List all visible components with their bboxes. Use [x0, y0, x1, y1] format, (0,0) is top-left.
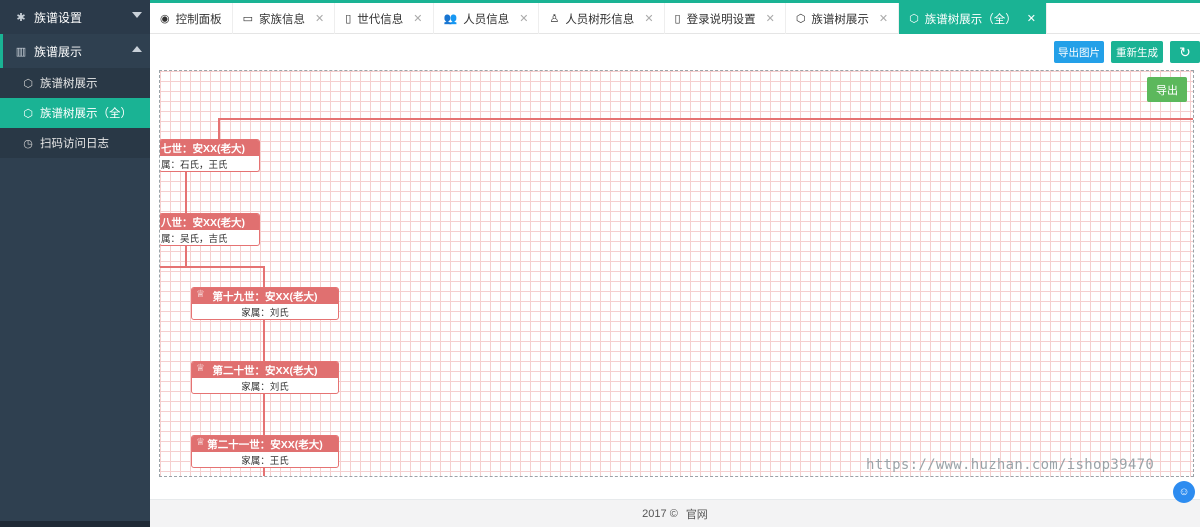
close-icon[interactable]: ✕: [413, 12, 422, 25]
node-spouse: 属：吴氏，吉氏: [161, 233, 228, 245]
tree-node[interactable]: ♕ 第十九世：安XX(老大) 家属：刘氏: [191, 287, 339, 320]
tree-canvas[interactable]: 导出 七世：安XX(老大) 属：石氏，王氏 八世：安XX(老大) 属：吴氏，吉氏…: [159, 70, 1194, 477]
file-icon: ▯: [345, 13, 352, 25]
connector-line: [263, 266, 265, 288]
tab-member-info[interactable]: 👥 人员信息 ✕: [434, 3, 540, 34]
close-icon[interactable]: ✕: [1027, 12, 1036, 25]
connector-line: [218, 118, 220, 139]
node-spouse: 家属：刘氏: [241, 307, 289, 319]
tab-label: 人员树形信息: [565, 13, 635, 26]
connector-line: [263, 320, 265, 362]
person-icon: ♕: [196, 289, 205, 300]
export-image-button[interactable]: 导出图片: [1054, 41, 1104, 63]
sidebar-item-label: 扫码访问日志: [40, 138, 109, 150]
tab-bar: ◉ 控制面板 ▭ 家族信息 ✕ ▯ 世代信息 ✕ 👥 人员信息 ✕ ♙ 人员树形…: [150, 0, 1200, 34]
connector-line: [185, 172, 187, 214]
sidebar: ✱ 族谱设置 ▥ 族谱展示 ⬡ 族谱树展示 ⬡ 族谱树展示（全） ◷ 扫码访问日…: [0, 0, 150, 527]
dashboard-icon: ◉: [160, 13, 170, 25]
cube-icon: ⬡: [23, 107, 33, 120]
node-spouse: 家属：刘氏: [241, 381, 289, 393]
person-icon: ♕: [196, 437, 205, 448]
connector-line: [185, 246, 187, 268]
refresh-icon: ↻: [1179, 43, 1191, 60]
tree-node[interactable]: 八世：安XX(老大) 属：吴氏，吉氏: [160, 213, 260, 246]
sidebar-item-label: 族谱树展示（全）: [40, 108, 132, 120]
clock-icon: ◷: [23, 137, 33, 150]
window-icon: ▭: [242, 13, 254, 25]
tab-label: 控制面板: [175, 13, 222, 26]
refresh-button[interactable]: ↻: [1170, 41, 1200, 63]
tree-node[interactable]: ♕ 第二十世：安XX(老大) 家属：刘氏: [191, 361, 339, 394]
cube-icon: ⬡: [795, 13, 806, 25]
sidebar-item-label: 族谱树展示: [40, 78, 98, 90]
footer: 2017 © 官网: [150, 499, 1200, 527]
sidebar-group-settings[interactable]: ✱ 族谱设置: [0, 0, 150, 34]
connector-line: [218, 118, 1193, 120]
close-icon[interactable]: ✕: [519, 12, 528, 25]
node-spouse: 家属：王氏: [241, 455, 289, 467]
node-title: 八世：安XX(老大): [160, 214, 259, 230]
tab-member-tree-info[interactable]: ♙ 人员树形信息 ✕: [539, 3, 665, 34]
connector-line: [160, 266, 265, 268]
tab-label: 家族信息: [259, 13, 306, 26]
file-icon: ▯: [674, 13, 681, 25]
footer-copyright: 2017 ©: [642, 507, 678, 520]
close-icon[interactable]: ✕: [644, 12, 653, 25]
sidebar-group-label: 族谱展示: [34, 44, 83, 59]
sidebar-item-tree[interactable]: ⬡ 族谱树展示: [0, 68, 150, 98]
cube-icon: ⬡: [909, 13, 919, 25]
sidebar-item-tree-full[interactable]: ⬡ 族谱树展示（全）: [0, 98, 150, 128]
node-title: 第二十世：安XX(老大): [212, 364, 318, 377]
sidebar-bottom-bar: [0, 521, 150, 527]
connector-line: [263, 468, 265, 476]
tab-label: 人员信息: [463, 13, 510, 26]
person-icon: ♕: [196, 363, 205, 374]
node-title: 七世：安XX(老大): [160, 140, 259, 156]
tab-login-settings[interactable]: ▯ 登录说明设置 ✕: [665, 3, 786, 34]
user-icon: ♙: [549, 13, 560, 25]
node-title: 第二十一世：安XX(老大): [207, 438, 323, 451]
sidebar-group-display[interactable]: ▥ 族谱展示: [0, 34, 150, 68]
export-button[interactable]: 导出: [1147, 77, 1187, 102]
tab-family-info[interactable]: ▭ 家族信息 ✕: [233, 3, 336, 34]
tab-label: 登录说明设置: [686, 13, 756, 26]
tab-label: 世代信息: [357, 13, 404, 26]
chevron-down-icon: [132, 12, 142, 18]
sidebar-submenu: ⬡ 族谱树展示 ⬡ 族谱树展示（全） ◷ 扫码访问日志: [0, 68, 150, 158]
close-icon[interactable]: ✕: [315, 12, 324, 25]
tab-generation-info[interactable]: ▯ 世代信息 ✕: [335, 3, 434, 34]
tab-label: 族谱树展示: [811, 13, 869, 26]
tab-tree-display-full[interactable]: ⬡ 族谱树展示（全） ✕: [899, 3, 1047, 34]
tree-node[interactable]: 七世：安XX(老大) 属：石氏，王氏: [160, 139, 260, 172]
chevron-up-icon: [132, 46, 142, 52]
connector-line: [263, 394, 265, 436]
close-icon[interactable]: ✕: [766, 12, 775, 25]
sidebar-item-scan-log[interactable]: ◷ 扫码访问日志: [0, 128, 150, 158]
chat-icon[interactable]: ☺: [1173, 481, 1195, 503]
close-icon[interactable]: ✕: [879, 12, 888, 25]
node-title: 第十九世：安XX(老大): [212, 290, 318, 303]
tab-tree-display[interactable]: ⬡ 族谱树展示 ✕: [786, 3, 900, 34]
gear-icon: ✱: [16, 11, 26, 24]
tree-node[interactable]: ♕ 第二十一世：安XX(老大) 家属：王氏: [191, 435, 339, 468]
tab-dashboard[interactable]: ◉ 控制面板: [150, 3, 233, 34]
tab-label: 族谱树展示（全）: [924, 13, 1017, 26]
footer-link[interactable]: 官网: [686, 506, 708, 522]
cube-icon: ⬡: [23, 77, 33, 90]
book-icon: ▥: [15, 45, 27, 58]
sidebar-group-label: 族谱设置: [34, 10, 83, 25]
node-spouse: 属：石氏，王氏: [161, 159, 228, 171]
users-icon: 👥: [443, 13, 458, 25]
watermark: https://www.huzhan.com/ishop39470: [866, 457, 1155, 473]
regenerate-button[interactable]: 重新生成: [1111, 41, 1163, 63]
